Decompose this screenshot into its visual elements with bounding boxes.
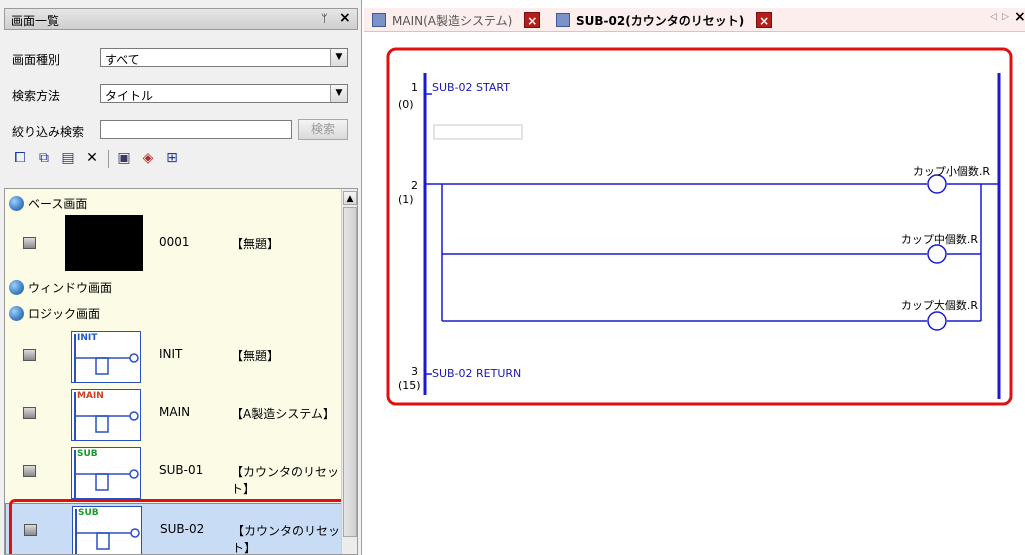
- screen-title: 【無題】: [231, 237, 280, 251]
- coil-label: カップ大個数.R: [901, 298, 978, 312]
- logic-screen-icon: [23, 465, 36, 477]
- toolbar-separator: [108, 150, 109, 168]
- close-icon[interactable]: ×: [1014, 9, 1025, 25]
- screen-type-value: すべて: [105, 53, 140, 67]
- tab-label: MAIN(A製造システム): [392, 13, 513, 28]
- rung-step: (15): [398, 379, 421, 392]
- tab-scroll-right-icon[interactable]: ▷: [1002, 12, 1009, 22]
- coil-2[interactable]: [927, 244, 947, 264]
- search-method-label: 検索方法: [12, 89, 61, 103]
- screen-row-0001[interactable]: 0001 【無題】: [5, 215, 343, 271]
- logic-screen-icon: [372, 13, 386, 27]
- logic-screen-icon: [23, 349, 36, 361]
- filter-label: 絞り込み検索: [12, 125, 85, 139]
- copy-screen-icon[interactable]: ⧉: [36, 150, 52, 166]
- close-icon[interactable]: ×: [339, 10, 351, 26]
- globe-icon: [9, 195, 24, 211]
- logic-screen-icon: [23, 407, 36, 419]
- parts-icon[interactable]: ◈: [140, 150, 156, 166]
- scroll-thumb[interactable]: [343, 207, 357, 537]
- screen-type-row: 画面種別 すべて ▼: [4, 44, 358, 72]
- panel-title-bar: 画面一覧 ᛘ ×: [4, 8, 358, 30]
- logic-screen-icon: [556, 13, 570, 27]
- import-icon[interactable]: ⊞: [164, 150, 180, 166]
- screen-row-init[interactable]: INIT INIT 【無題】: [5, 329, 343, 383]
- monitor-icon: [23, 237, 36, 249]
- search-method-select[interactable]: タイトル ▼: [100, 84, 348, 103]
- group-label: ベース画面: [28, 196, 88, 211]
- screen-row-main[interactable]: MAIN MAIN 【A製造システム】: [5, 387, 343, 441]
- ladder-thumbnail: SUB: [71, 447, 141, 499]
- ladder-thumbnail-drawing: [74, 392, 139, 440]
- screen-type-select[interactable]: すべて ▼: [100, 48, 348, 67]
- panel-title: 画面一覧: [11, 14, 60, 28]
- screen-icon[interactable]: ▣: [116, 150, 132, 166]
- search-method-value: タイトル: [105, 89, 154, 103]
- close-icon[interactable]: ×: [756, 12, 773, 28]
- ladder-thumbnail-drawing: [74, 450, 139, 498]
- group-label: ロジック画面: [28, 306, 101, 321]
- close-icon[interactable]: ×: [524, 12, 541, 28]
- group-window-screen[interactable]: ウィンドウ画面: [9, 277, 112, 297]
- ladder-thumbnail-drawing: [74, 334, 139, 382]
- rung-number: 2: [411, 179, 418, 192]
- delete-icon[interactable]: ✕: [84, 150, 100, 166]
- rung-step: (1): [398, 193, 414, 206]
- search-method-row: 検索方法 タイトル ▼: [4, 80, 358, 108]
- screen-number: SUB-01: [159, 463, 204, 477]
- screen-list-panel: 画面一覧 ᛘ × 画面種別 すべて ▼ 検索方法 タイトル ▼ 絞り込み検索 検…: [0, 0, 362, 555]
- globe-icon: [9, 305, 24, 321]
- screen-title: 【A製造システム】: [231, 407, 335, 421]
- scroll-up-icon[interactable]: ▲: [343, 191, 357, 205]
- screen-title: 【カウンタのリセット】: [231, 465, 340, 496]
- rung-number: 3: [411, 365, 418, 378]
- screen-toolbar: ⧠ ⧉ ▤ ✕ ▣ ◈ ⊞: [4, 142, 358, 174]
- globe-icon: [9, 279, 24, 295]
- rung-number: 1: [411, 81, 418, 94]
- editor-tab-bar: MAIN(A製造システム) × SUB-02(カウンタのリセット) × ◁ ▷ …: [364, 8, 1025, 32]
- tree-scrollbar[interactable]: ▲: [341, 189, 357, 554]
- group-logic-screen[interactable]: ロジック画面: [9, 303, 100, 323]
- coil-label: カップ中個数.R: [901, 233, 978, 246]
- ladder-thumbnail: INIT: [71, 331, 141, 383]
- ladder-highlight-box: [386, 47, 1013, 406]
- rung-label: SUB-02 START: [432, 81, 510, 94]
- ladder-thumbnail: MAIN: [71, 389, 141, 441]
- tab-main[interactable]: MAIN(A製造システム) ×: [372, 10, 541, 30]
- screen-number: 0001: [159, 235, 190, 249]
- rung-step: (0): [398, 98, 414, 111]
- selection-highlight-box: [9, 499, 349, 554]
- screen-number: MAIN: [159, 405, 191, 419]
- filter-input[interactable]: [100, 120, 292, 139]
- group-base-screen[interactable]: ベース画面: [9, 193, 87, 213]
- screen-type-label: 画面種別: [12, 53, 61, 67]
- screen-number: INIT: [159, 347, 183, 361]
- new-screen-icon[interactable]: ⧠: [12, 150, 28, 166]
- tab-label: SUB-02(カウンタのリセット): [576, 13, 745, 28]
- paste-screen-icon[interactable]: ▤: [60, 150, 76, 166]
- chevron-down-icon[interactable]: ▼: [330, 49, 347, 66]
- chevron-down-icon[interactable]: ▼: [330, 85, 347, 102]
- rung-label: SUB-02 RETURN: [432, 367, 521, 380]
- screen-thumbnail: [65, 215, 143, 271]
- coil-3[interactable]: [927, 311, 947, 331]
- pin-icon[interactable]: ᛘ: [321, 12, 328, 25]
- comment-box[interactable]: [433, 124, 523, 140]
- filter-row: 絞り込み検索 検索: [4, 116, 358, 144]
- coil-label: カップ小個数.R: [913, 165, 990, 178]
- tab-sub-02[interactable]: SUB-02(カウンタのリセット) ×: [556, 10, 773, 30]
- tab-scroll-left-icon[interactable]: ◁: [990, 12, 997, 22]
- group-label: ウィンドウ画面: [28, 280, 113, 295]
- screen-title: 【無題】: [231, 349, 280, 363]
- ladder-editor[interactable]: 1 (0) SUB-02 START 2 (1) カップ小個数.R カップ中個数…: [364, 32, 1025, 555]
- screen-tree: ベース画面 0001 【無題】 ウィンドウ画面 ロジック画面 INIT INIT…: [4, 188, 358, 555]
- filter-search-button[interactable]: 検索: [298, 119, 348, 140]
- screen-row-sub-01[interactable]: SUB SUB-01 【カウンタのリセット】: [5, 445, 343, 499]
